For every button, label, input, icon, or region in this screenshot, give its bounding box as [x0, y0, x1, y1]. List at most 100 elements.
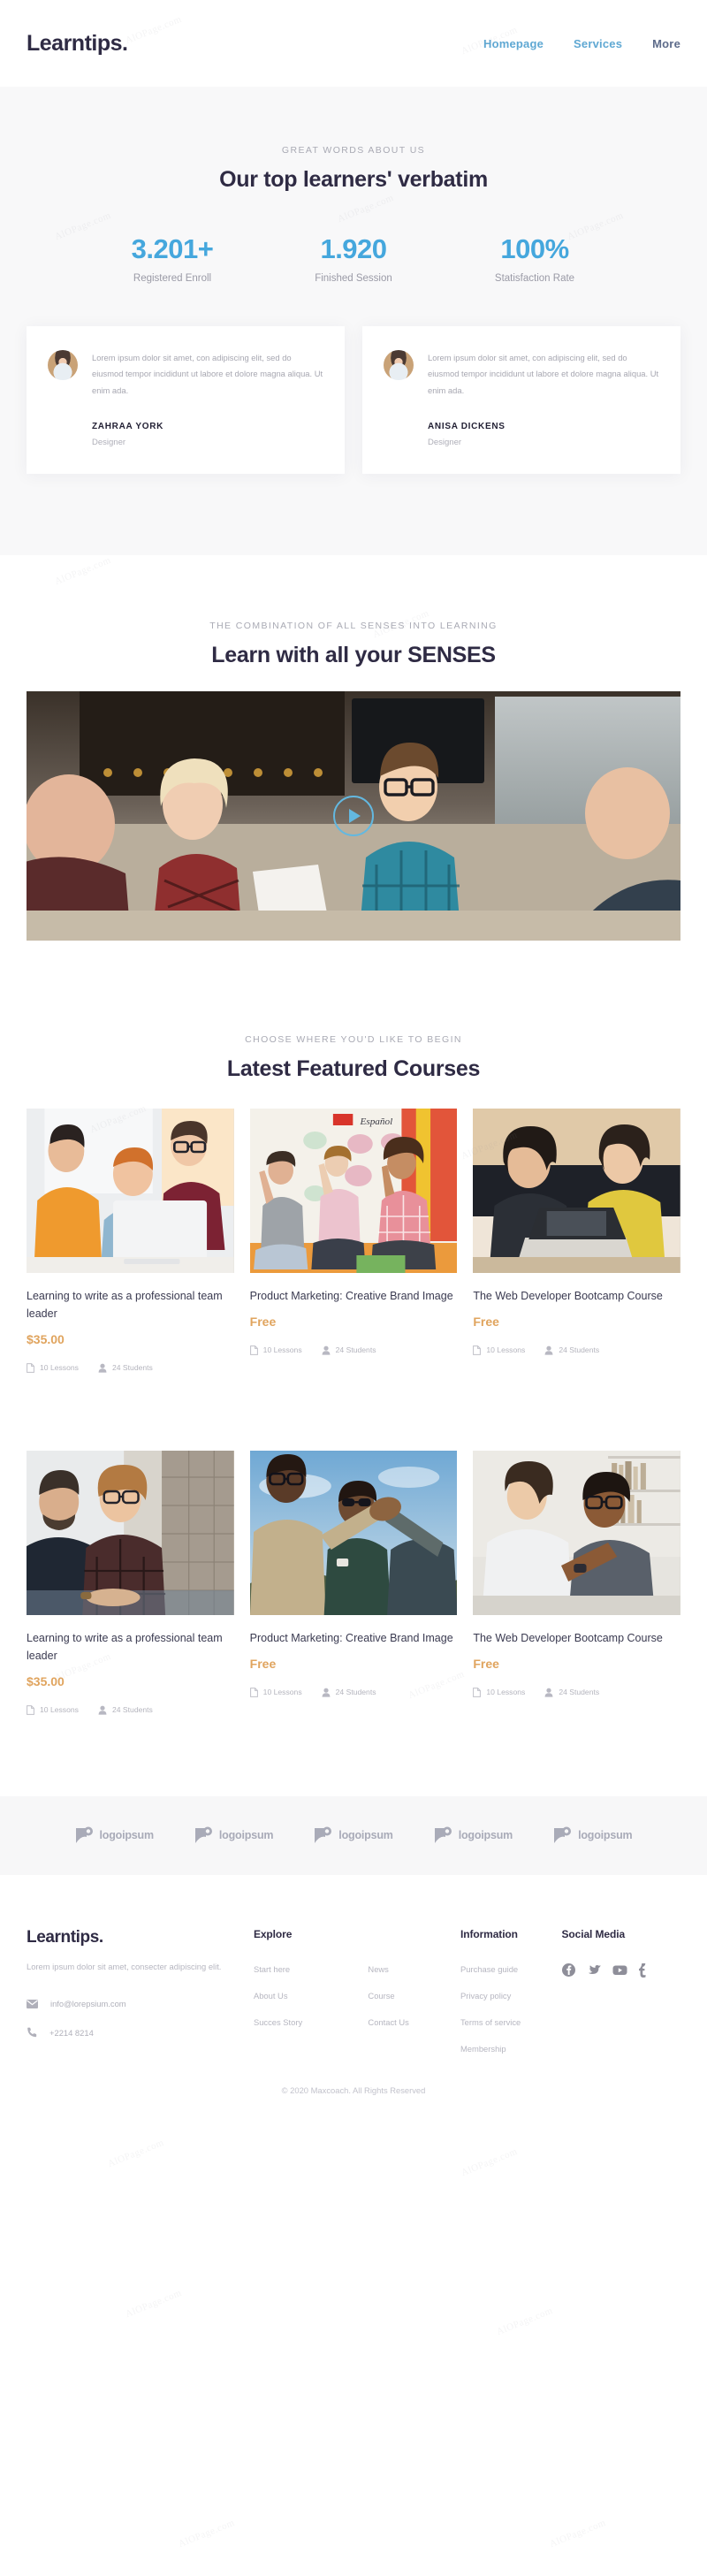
senses-section: THE COMBINATION OF ALL SENSES INTO LEARN… [0, 554, 707, 972]
course-lessons: 10 Lessons [27, 1363, 79, 1373]
partner-logo[interactable]: logoipsum [75, 1826, 154, 1845]
course-photo-classroom: Español [249, 1108, 458, 1273]
video-banner[interactable] [27, 690, 680, 941]
testimonial-author: ANISA DICKENS [428, 421, 506, 431]
footer-phone[interactable]: +2214 8214 [27, 2027, 254, 2038]
partner-logo[interactable]: logoipsum [314, 1826, 393, 1845]
footer-link-succes-story[interactable]: Succes Story [254, 2017, 368, 2027]
partner-logo-label: logoipsum [99, 1829, 155, 1842]
course-meta: 10 Lessons 24 Students [27, 1363, 234, 1373]
stat-value: 100% [500, 233, 569, 264]
footer-link-privacy-policy[interactable]: Privacy policy [460, 1991, 562, 2001]
stat-value: 3.201+ [131, 233, 214, 264]
tumblr-icon[interactable] [638, 1962, 649, 1978]
course-card[interactable]: Learning to write as a professional team… [27, 1450, 234, 1715]
testimonial-cards: Lorem ipsum dolor sit amet, con adipisci… [0, 284, 707, 555]
course-photo-couple-window [27, 1450, 234, 1615]
footer-link-purchase-guide[interactable]: Purchase guide [460, 1964, 562, 1974]
course-meta: 10 Lessons 24 Students [473, 1345, 680, 1355]
footer-link-list: News Course Contact Us [368, 1964, 460, 2027]
stat-value: 1.920 [320, 233, 387, 264]
course-title: Learning to write as a professional team… [27, 1289, 223, 1320]
testimonials-eyebrow: GREAT WORDS ABOUT US [281, 145, 426, 156]
course-card[interactable]: Español Product Marketing: Creative Bran… [249, 1108, 458, 1373]
testimonial-quote: Lorem ipsum dolor sit amet, con adipisci… [428, 353, 659, 395]
course-lessons-label: 10 Lessons [262, 1345, 302, 1355]
course-students: 24 Students [98, 1705, 153, 1715]
partner-logo[interactable]: logoipsum [434, 1826, 513, 1845]
user-icon [98, 1705, 107, 1715]
course-photo-handshake-sky [249, 1450, 458, 1615]
course-card[interactable]: Product Marketing: Creative Brand Image … [249, 1450, 458, 1715]
user-icon [322, 1688, 331, 1697]
stat-registered-enroll: 3.201+ Registered Enroll [82, 233, 263, 284]
phone-icon [27, 2027, 37, 2038]
stats-row: 3.201+ Registered Enroll 1.920 Finished … [0, 233, 707, 284]
footer-email[interactable]: info@lorepsium.com [27, 1999, 254, 2008]
partner-logo-label: logoipsum [218, 1829, 274, 1842]
play-icon [349, 808, 361, 823]
testimonial-quote: Lorem ipsum dolor sit amet, con adipisci… [92, 353, 323, 395]
copyright-bar: © 2020 Maxcoach. All Rights Reserved [0, 2053, 707, 2120]
page-root: Learntips. Homepage Services More GREAT … [0, 0, 707, 2549]
document-icon [249, 1345, 258, 1355]
partner-logo-label: logoipsum [578, 1829, 633, 1842]
course-image [249, 1450, 458, 1615]
site-header: Learntips. Homepage Services More [0, 0, 707, 87]
partner-logo-strip: logoipsum logoipsum logoipsum logoipsum … [0, 1795, 707, 1875]
footer-link-list: Start here About Us Succes Story [254, 1964, 368, 2027]
partner-logo[interactable]: logoipsum [194, 1826, 273, 1845]
document-icon [473, 1345, 482, 1355]
footer-link-contact-us[interactable]: Contact Us [368, 2017, 460, 2027]
footer-link-news[interactable]: News [368, 1964, 460, 1974]
senses-title: Learn with all your SENSES [211, 642, 496, 667]
course-price: Free [249, 1656, 277, 1671]
course-students-label: 24 Students [559, 1688, 600, 1697]
course-title: Product Marketing: Creative Brand Image [249, 1631, 453, 1644]
course-title: The Web Developer Bootcamp Course [473, 1631, 663, 1644]
social-links [561, 1962, 680, 1978]
main-navigation: Homepage Services More [483, 37, 680, 50]
testimonial-card: Lorem ipsum dolor sit amet, con adipisci… [27, 326, 345, 474]
footer-column-explore-secondary: . News Course Contact Us [368, 1928, 460, 2054]
course-students-label: 24 Students [111, 1705, 153, 1715]
document-icon [473, 1688, 482, 1697]
courses-eyebrow: CHOOSE WHERE YOU'D LIKE TO BEGIN [245, 1033, 462, 1045]
testimonial-role: Designer [92, 437, 126, 447]
course-photo-library-pair [473, 1450, 681, 1615]
course-students: 24 Students [322, 1345, 376, 1355]
footer-logo[interactable]: Learntips. [27, 1928, 254, 1947]
footer-link-terms-of-service[interactable]: Terms of service [460, 2017, 562, 2027]
course-lessons: 10 Lessons [473, 1688, 525, 1697]
course-card[interactable]: Learning to write as a professional team… [27, 1108, 234, 1373]
course-card[interactable]: The Web Developer Bootcamp Course Free 1… [473, 1450, 681, 1715]
course-meta: 10 Lessons 24 Students [249, 1688, 458, 1697]
footer-link-about-us[interactable]: About Us [254, 1991, 368, 2001]
course-lessons-label: 10 Lessons [486, 1345, 526, 1355]
course-image [473, 1108, 681, 1273]
nav-item-more[interactable]: More [652, 37, 680, 50]
course-title: Product Marketing: Creative Brand Image [249, 1289, 453, 1302]
nav-item-homepage[interactable]: Homepage [483, 37, 544, 50]
site-logo[interactable]: Learntips. [27, 31, 128, 57]
facebook-icon[interactable] [561, 1963, 575, 1978]
twitter-icon[interactable] [587, 1964, 601, 1977]
footer-phone-label: +2214 8214 [49, 2027, 94, 2038]
footer-email-label: info@lorepsium.com [50, 1999, 126, 2009]
nav-item-services[interactable]: Services [574, 37, 622, 50]
play-button[interactable] [333, 795, 374, 836]
partner-logo[interactable]: logoipsum [553, 1826, 633, 1845]
course-card[interactable]: The Web Developer Bootcamp Course Free 1… [473, 1108, 681, 1373]
watermark: AlOPage.com [495, 2305, 555, 2338]
footer-link-course[interactable]: Course [368, 1991, 460, 2001]
course-lessons: 10 Lessons [249, 1688, 302, 1697]
youtube-icon[interactable] [612, 1964, 627, 1976]
footer-description: Lorem ipsum dolor sit amet, consecter ad… [27, 1961, 222, 1971]
logoipsum-icon [314, 1826, 332, 1845]
footer-link-start-here[interactable]: Start here [254, 1964, 368, 1974]
footer-link-membership[interactable]: Membership [460, 2044, 562, 2054]
partner-logo-label: logoipsum [458, 1829, 513, 1842]
course-grid-row-2: Learning to write as a professional team… [0, 1450, 707, 1715]
courses-title: Latest Featured Courses [226, 1056, 481, 1081]
user-icon [544, 1688, 553, 1697]
